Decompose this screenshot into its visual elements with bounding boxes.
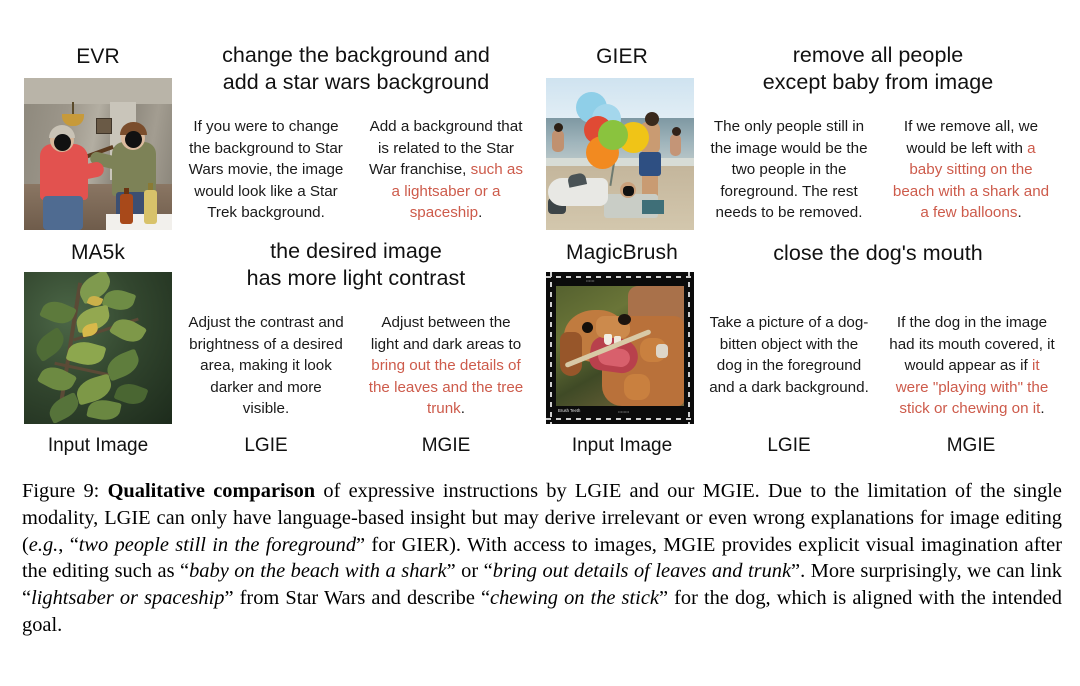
caption-italic-3: baby on the beach with a shark: [189, 560, 447, 583]
caption-italic-6: chewing on the stick: [490, 587, 659, 610]
magicbrush-caption-label: Brush Teeth: [558, 408, 581, 413]
instruction-magicbrush: close the dog's mouth: [708, 240, 1048, 267]
instruction-ma5k: the desired image has more light contras…: [186, 238, 526, 292]
mgie-text-magicbrush-black: If the dog in the image had its mouth co…: [889, 314, 1055, 374]
caption-italic-4: bring out details of leaves and trunk: [492, 560, 792, 583]
mgie-text-magicbrush: If the dog in the image had its mouth co…: [888, 312, 1056, 420]
column-label-lgie-right: LGIE: [767, 435, 811, 456]
caption-italic-5: lightsaber or spaceship: [31, 587, 225, 610]
magicbrush-watermark-bottom: ••••••••: [618, 409, 630, 414]
instruction-evr-line1: change the background and: [222, 43, 490, 67]
caption-italic-1: e.g.: [28, 533, 59, 556]
instruction-gier-line2: except baby from image: [762, 70, 994, 94]
instruction-evr: change the background and add a star war…: [186, 42, 526, 96]
lgie-text-evr: If you were to change the background to …: [188, 118, 344, 221]
mgie-text-gier: If we remove all, we would be left with …: [890, 116, 1052, 224]
instruction-gier: remove all people except baby from image: [708, 42, 1048, 96]
mgie-text-ma5k-red: bring out the details of the leaves and …: [368, 357, 524, 417]
dataset-label-gier: GIER: [596, 45, 648, 68]
gier-input-photo: [546, 78, 694, 230]
figure-panel: EVR change the background and add a star…: [0, 0, 1080, 468]
mgie-text-evr-tail: .: [478, 204, 483, 221]
caption-part-2: , “: [58, 533, 79, 556]
mgie-text-magicbrush-tail: .: [1040, 400, 1045, 417]
ma5k-input-photo: [24, 272, 172, 424]
dataset-label-ma5k: MA5k: [70, 241, 126, 264]
column-label-lgie-left: LGIE: [244, 435, 288, 456]
mgie-text-ma5k-tail: .: [460, 400, 465, 417]
instruction-ma5k-line1: the desired image: [270, 239, 442, 263]
column-label-input-image-left: Input Image: [47, 435, 149, 456]
lgie-text-ma5k: Adjust the contrast and brightness of a …: [188, 314, 344, 417]
instruction-magicbrush-line1: close the dog's mouth: [773, 241, 983, 265]
mgie-text-ma5k: Adjust between the light and dark areas …: [366, 312, 526, 420]
mgie-text-gier-black: If we remove all, we would be left with: [903, 118, 1039, 157]
caption-figure-number: Figure 9:: [22, 480, 100, 502]
caption-part-4: ” or “: [446, 560, 493, 583]
caption-part-6: ” from Star Wars and describe “: [224, 587, 491, 610]
mgie-text-gier-tail: .: [1017, 204, 1022, 221]
mgie-text-ma5k-black: Adjust between the light and dark areas …: [370, 314, 522, 353]
instruction-gier-line1: remove all people: [792, 43, 964, 67]
mgie-text-evr: Add a background that is related to the …: [366, 116, 526, 224]
lgie-text-gier: The only people still in the image would…: [710, 118, 868, 221]
caption-bold-lead: Qualitative comparison: [107, 480, 316, 502]
figure-caption: Figure 9: Qualitative comparison of expr…: [22, 478, 1062, 639]
dataset-label-magicbrush: MagicBrush: [566, 241, 678, 264]
magicbrush-input-photo: •••••• Brush Teeth ••••••••: [546, 272, 694, 424]
instruction-evr-line2: add a star wars background: [222, 70, 490, 94]
evr-input-photo: [24, 78, 172, 230]
magicbrush-watermark-top: ••••••: [586, 278, 595, 283]
column-label-mgie-right: MGIE: [946, 435, 996, 456]
caption-italic-2: two people still in the foreground: [78, 533, 357, 556]
lgie-text-magicbrush: Take a picture of a dog-bitten object wi…: [709, 314, 869, 396]
dataset-label-evr: EVR: [76, 45, 120, 68]
column-label-mgie-left: MGIE: [421, 435, 471, 456]
instruction-ma5k-line2: has more light contrast: [246, 266, 466, 290]
column-label-input-image-right: Input Image: [571, 435, 673, 456]
